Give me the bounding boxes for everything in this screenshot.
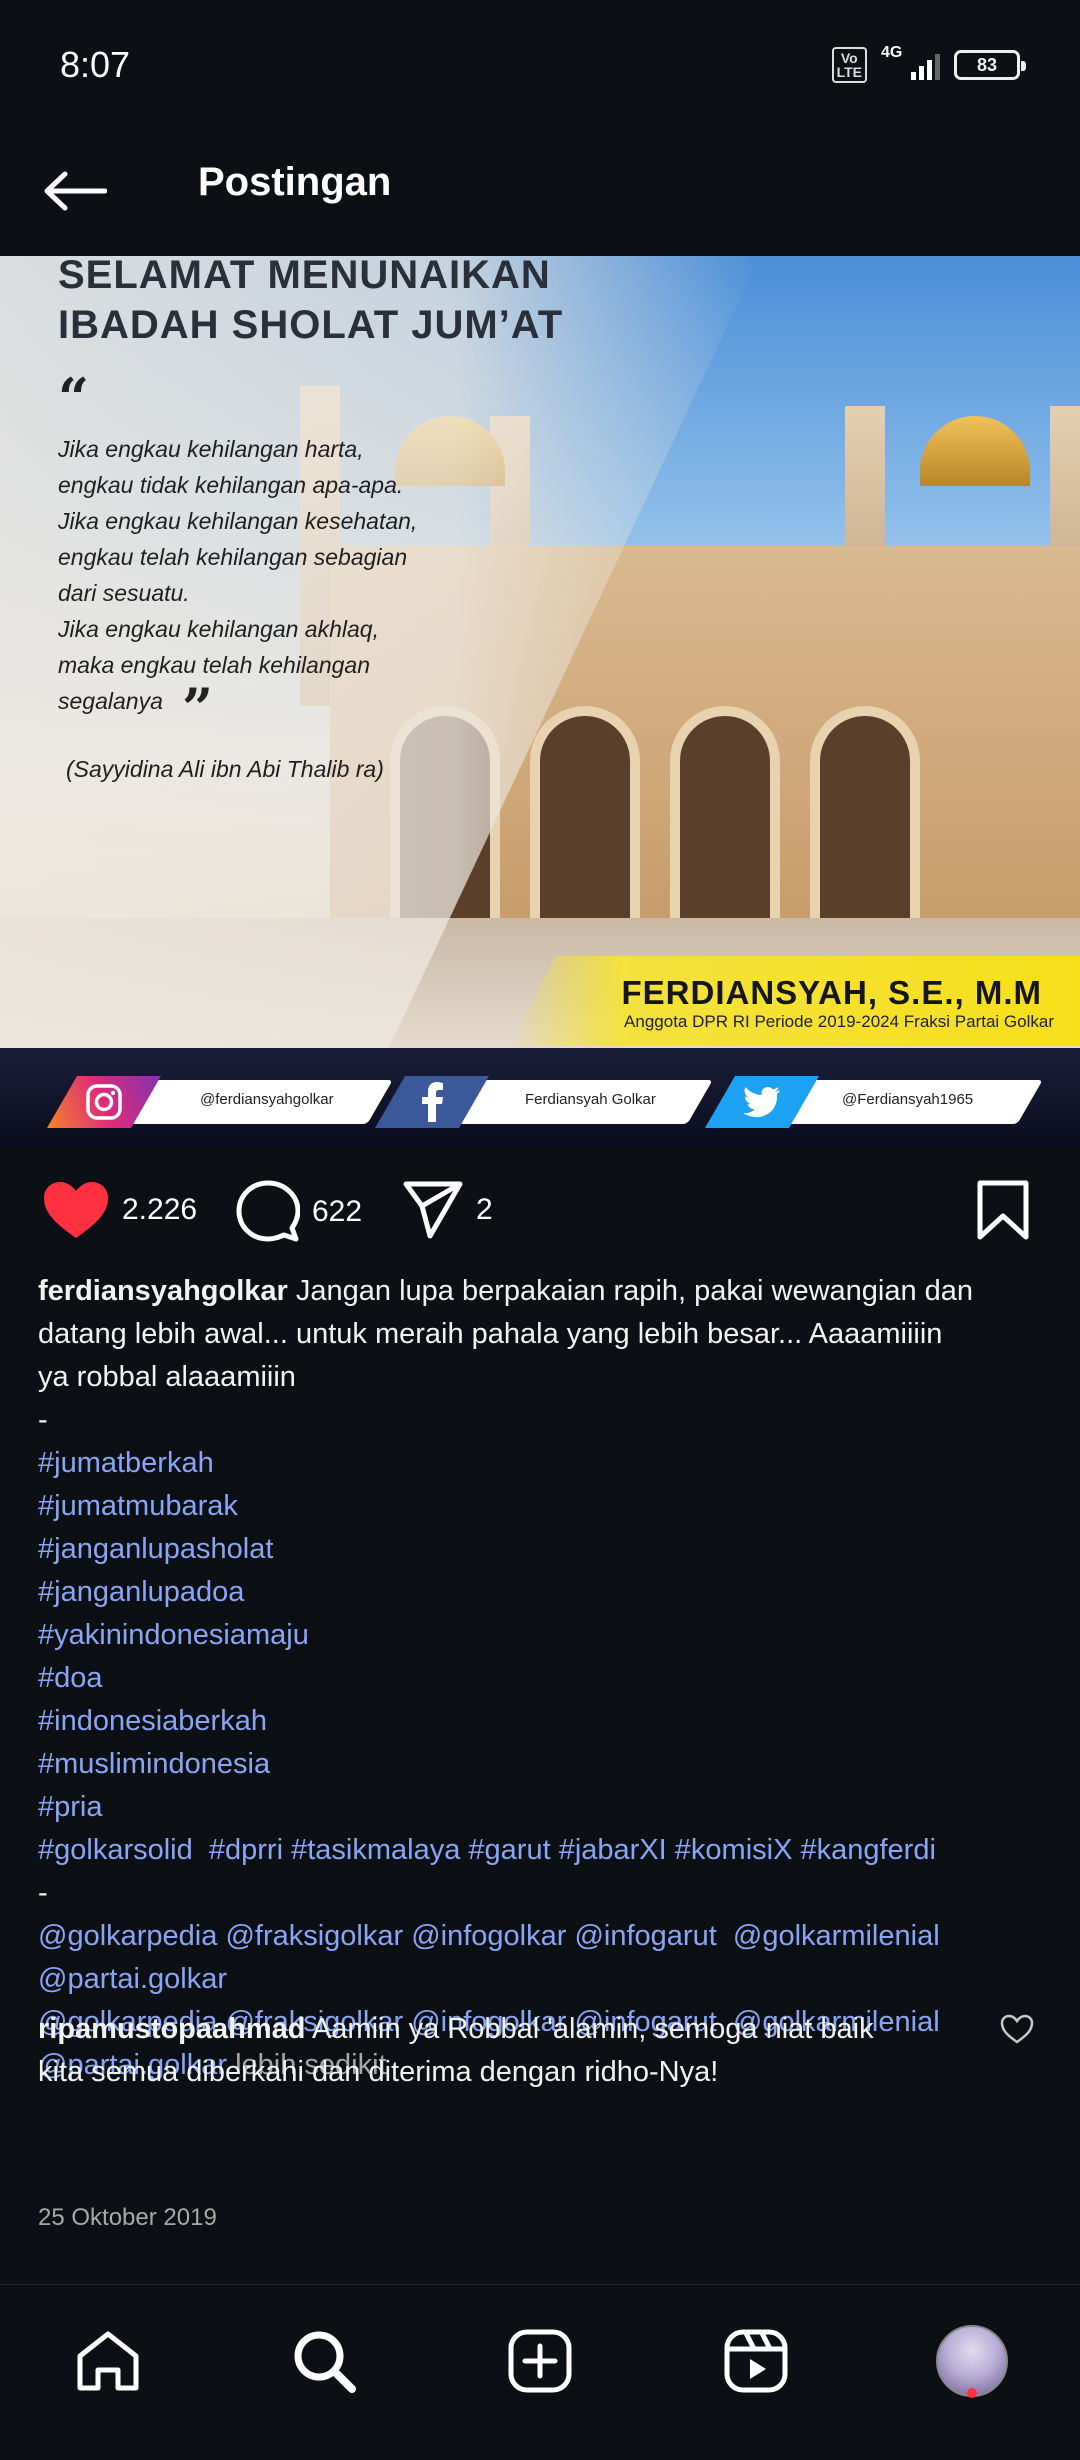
nav-reels[interactable]	[716, 2321, 796, 2401]
volte-icon: Vo LTE	[831, 47, 867, 83]
hashtag-link[interactable]: #janganlupasholat	[38, 1528, 1048, 1571]
post-actions: 2.226 622 2	[0, 1160, 1080, 1260]
quote-open-icon: “	[58, 366, 90, 430]
hashtag-link[interactable]: #komisiX	[667, 1834, 793, 1866]
comment-count: 622	[312, 1195, 363, 1228]
bottom-nav	[0, 2284, 1080, 2460]
hashtag-link[interactable]: #jabarXI	[551, 1834, 667, 1866]
mention-link[interactable]: @infogolkar	[403, 1920, 566, 1952]
like-button[interactable]: 2.226	[42, 1180, 197, 1240]
comment-icon	[236, 1180, 300, 1242]
nav-search[interactable]	[284, 2321, 364, 2401]
mention-link[interactable]: @infogarut	[566, 1920, 716, 1952]
hashtag-link[interactable]: #kangferdi	[792, 1834, 935, 1866]
share-count: 2	[476, 1193, 493, 1226]
comment-like-button[interactable]	[1000, 2014, 1034, 2049]
nav-create[interactable]	[500, 2321, 580, 2401]
comment-text: kita semua diberkahi dan diterima dengan…	[38, 2056, 719, 2088]
hashtag-link[interactable]: #garut	[460, 1834, 550, 1866]
battery-icon: 83	[954, 50, 1026, 80]
quote-source: (Sayyidina Ali ibn Abi Thalib ra)	[66, 756, 384, 782]
hashtag-link[interactable]: #pria	[38, 1786, 1048, 1829]
hashtag-link[interactable]: #dprri	[201, 1834, 283, 1866]
signal-icon: 4G	[881, 44, 940, 80]
hashtag-link[interactable]: #indonesiaberkah	[38, 1700, 1048, 1743]
comment-username[interactable]: ripamustopaahmad	[38, 2013, 306, 2045]
hashtag-link[interactable]: #jumatberkah	[38, 1442, 1048, 1485]
notification-dot	[967, 2388, 977, 2398]
add-post-icon	[508, 2329, 572, 2393]
page-title: Postingan	[198, 160, 392, 204]
image-name: FERDIANSYAH, S.E., M.M	[621, 974, 1042, 1011]
image-quote: Jika engkau kehilangan harta, engkau tid…	[58, 436, 418, 714]
heart-filled-icon	[44, 1182, 108, 1238]
caption-text: ya robbal alaaamiiin	[38, 1361, 296, 1393]
caption-separator: -	[38, 1877, 48, 1909]
post-caption: ferdiansyahgolkar Jangan lupa berpakaian…	[38, 1270, 1048, 2087]
hashtag-link[interactable]: #doa	[38, 1657, 1048, 1700]
social-band: @ferdiansyahgolkar Ferdiansyah Golkar @F…	[0, 1048, 1080, 1148]
search-icon	[294, 2331, 356, 2393]
comment-text: Aamiin ya Robbal 'alamin, semoga niat ba…	[305, 2013, 874, 2045]
image-name-subtitle: Anggota DPR RI Periode 2019-2024 Fraksi …	[624, 1012, 1054, 1031]
hashtag-link[interactable]: #muslimindonesia	[38, 1743, 1048, 1786]
reels-icon	[724, 2329, 788, 2393]
bookmark-icon	[977, 1180, 1029, 1240]
image-headline: SELAMAT MENUNAIKAN IBADAH SHOLAT JUM’AT	[58, 256, 564, 347]
post-image[interactable]: SELAMAT MENUNAIKAN IBADAH SHOLAT JUM’AT …	[0, 256, 1080, 1148]
mention-link[interactable]: @fraksigolkar	[217, 1920, 403, 1952]
send-icon	[403, 1181, 463, 1239]
like-count: 2.226	[122, 1193, 198, 1226]
status-bar: 8:07 Vo LTE 4G 83	[0, 0, 1080, 130]
twitter-handle: @Ferdiansyah1965	[842, 1091, 974, 1108]
heart-outline-icon	[1000, 2014, 1034, 2044]
hashtag-link[interactable]: #golkarsolid	[38, 1834, 201, 1866]
caption-username[interactable]: ferdiansyahgolkar	[38, 1275, 288, 1307]
caption-text: Jangan lupa berpakaian rapih, pakai wewa…	[287, 1275, 974, 1307]
network-type: 4G	[881, 44, 903, 61]
post-date: 25 Oktober 2019	[38, 2204, 217, 2231]
caption-text: datang lebih awal... untuk meraih pahala…	[38, 1318, 943, 1350]
battery-level: 83	[976, 54, 998, 75]
hashtag-link[interactable]: #tasikmalaya	[283, 1834, 460, 1866]
back-button[interactable]	[40, 156, 110, 226]
instagram-handle: @ferdiansyahgolkar	[200, 1091, 334, 1108]
app-header: Postingan	[0, 130, 1080, 255]
mention-link[interactable]: @partai.golkar	[38, 1963, 227, 1995]
mention-link[interactable]: @golkarmilenial	[717, 1920, 940, 1952]
mention-link[interactable]: @golkarpedia	[38, 1920, 217, 1952]
save-button[interactable]	[976, 1180, 1030, 1240]
caption-separator: -	[38, 1404, 48, 1436]
share-button[interactable]: 2	[402, 1180, 493, 1240]
quote-close-icon: ”	[182, 676, 214, 740]
comment-button[interactable]: 622	[236, 1180, 362, 1244]
status-icons: Vo LTE 4G 83	[831, 44, 1026, 83]
arrow-left-icon	[44, 171, 107, 211]
hashtag-link[interactable]: #yakinindonesiamaju	[38, 1614, 1048, 1657]
avatar	[936, 2325, 1008, 2397]
status-time: 8:07	[60, 44, 131, 85]
hashtag-link[interactable]: #jumatmubarak	[38, 1485, 1048, 1528]
nav-home[interactable]	[68, 2321, 148, 2401]
facebook-name: Ferdiansyah Golkar	[525, 1091, 656, 1108]
hashtag-link[interactable]: #janganlupadoa	[38, 1571, 1048, 1614]
home-icon	[77, 2331, 139, 2391]
comment-item: ripamustopaahmad Aamiin ya Robbal 'alami…	[38, 2008, 978, 2094]
